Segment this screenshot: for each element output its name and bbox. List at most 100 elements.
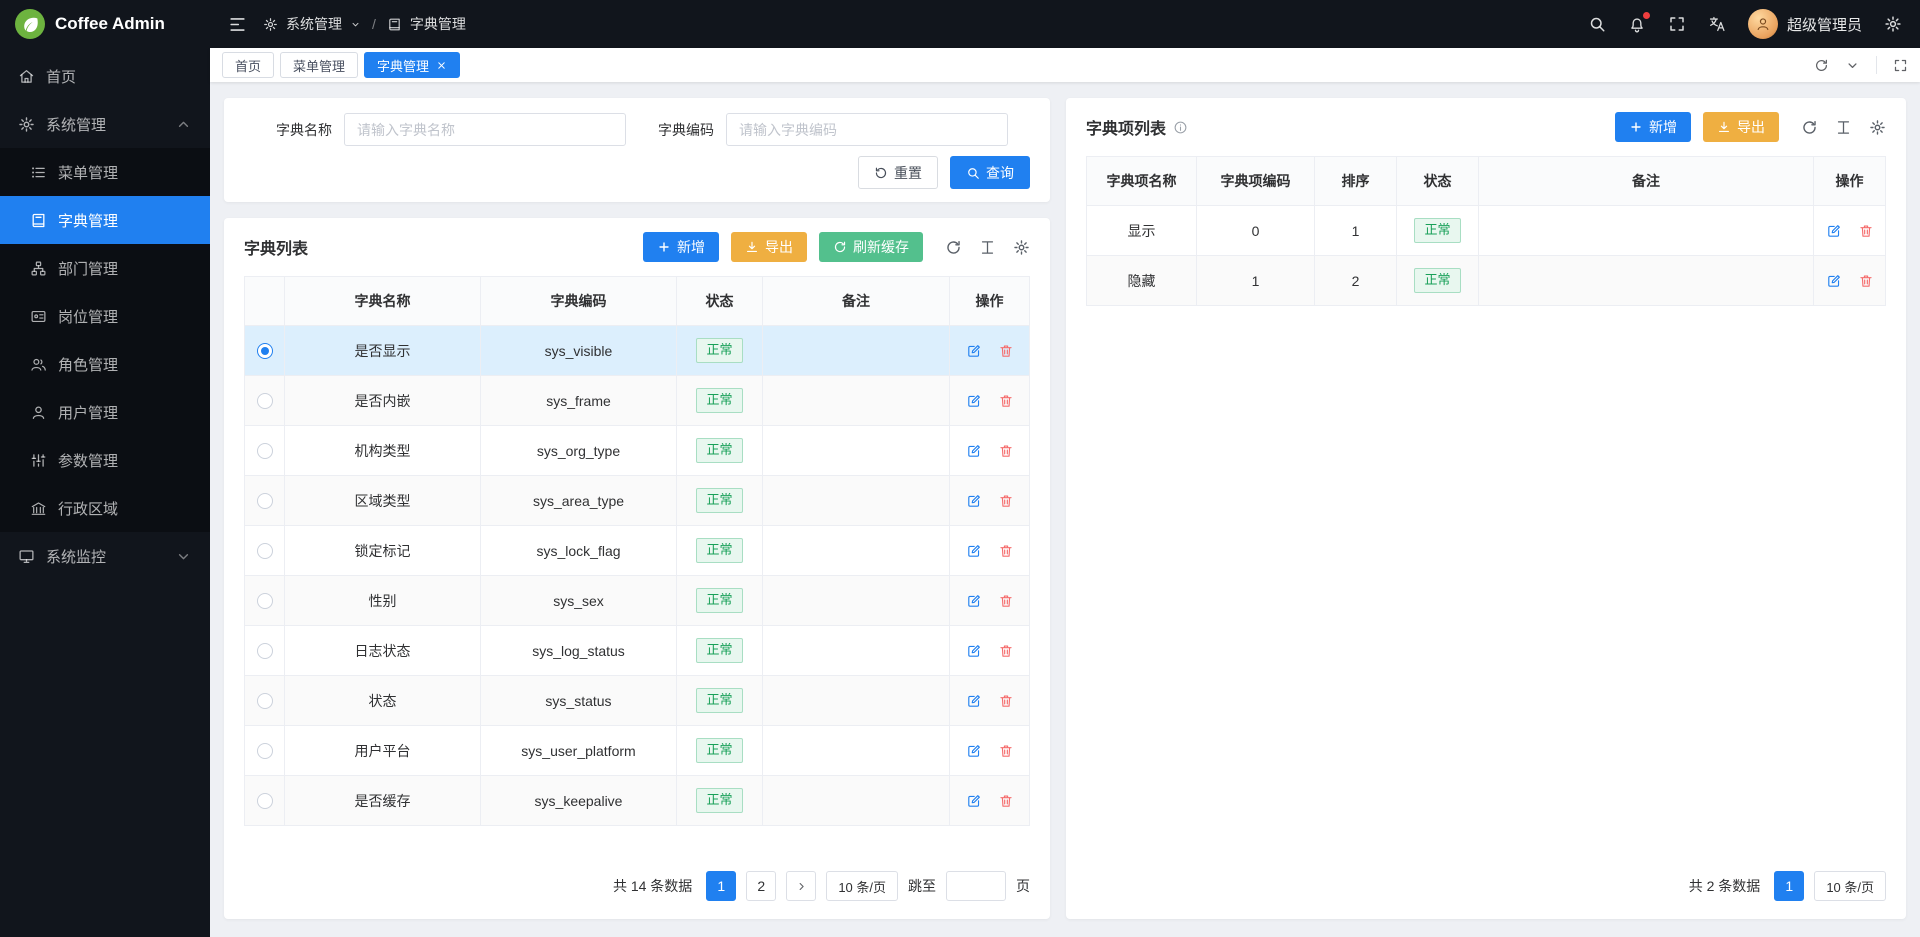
content-fullscreen-icon[interactable] [1893,58,1908,73]
dict-item-table-row[interactable]: 显示01正常 [1087,206,1886,256]
delete-icon[interactable] [1858,223,1874,239]
tab-options-icon[interactable] [1845,58,1860,73]
row-radio[interactable] [257,543,273,559]
row-density-icon[interactable] [979,239,996,256]
jump-page-input[interactable] [946,871,1006,901]
dict-name-input[interactable] [344,113,626,146]
delete-icon[interactable] [998,643,1014,659]
delete-icon[interactable] [998,593,1014,609]
row-radio[interactable] [257,343,273,359]
dict-code-cell: sys_frame [481,376,677,426]
dict-table-row[interactable]: 是否显示sys_visible正常 [245,326,1030,376]
row-radio[interactable] [257,643,273,659]
dict-table-row[interactable]: 机构类型sys_org_type正常 [245,426,1030,476]
refresh-table-icon[interactable] [945,239,962,256]
edit-icon[interactable] [966,793,982,809]
delete-icon[interactable] [998,693,1014,709]
page-size-select[interactable]: 10 条/页 [826,871,898,901]
dict-table-row[interactable]: 区域类型sys_area_type正常 [245,476,1030,526]
breadcrumb-item-system[interactable]: 系统管理 [286,14,342,34]
page-button[interactable]: 2 [746,871,776,901]
dict-table-row[interactable]: 用户平台sys_user_platform正常 [245,726,1030,776]
menu-fold-icon[interactable] [228,15,247,34]
search-icon[interactable] [1588,15,1606,33]
query-button[interactable]: 查询 [950,156,1030,189]
dict-table: 字典名称字典编码状态备注操作是否显示sys_visible正常是否内嵌sys_f… [244,276,1030,826]
sidebar-item[interactable]: 系统管理 [0,100,210,148]
edit-icon[interactable] [966,393,982,409]
edit-icon[interactable] [966,343,982,359]
row-radio[interactable] [257,693,273,709]
user-menu[interactable]: 超级管理员 [1748,9,1862,39]
row-radio[interactable] [257,393,273,409]
dict-table-row[interactable]: 是否内嵌sys_frame正常 [245,376,1030,426]
column-settings-icon[interactable] [1013,239,1030,256]
dict-table-row[interactable]: 是否缓存sys_keepalive正常 [245,776,1030,826]
add-dict-button[interactable]: 新增 [643,232,719,262]
settings-icon[interactable] [1884,15,1902,33]
row-density-icon[interactable] [1835,119,1852,136]
row-radio[interactable] [257,493,273,509]
sidebar-item[interactable]: 参数管理 [0,436,210,484]
edit-icon[interactable] [966,493,982,509]
status-badge: 正常 [696,488,742,512]
translate-icon[interactable] [1708,15,1726,33]
page-size-select[interactable]: 10 条/页 [1814,871,1886,901]
notifications-button[interactable] [1628,15,1646,33]
edit-icon[interactable] [966,643,982,659]
edit-icon[interactable] [966,743,982,759]
dict-table-row[interactable]: 性别sys_sex正常 [245,576,1030,626]
page-button[interactable]: 1 [706,871,736,901]
next-page-button[interactable] [786,871,816,901]
sidebar-item[interactable]: 行政区域 [0,484,210,532]
sidebar-item[interactable]: 菜单管理 [0,148,210,196]
page-button[interactable]: 1 [1774,871,1804,901]
sidebar-item[interactable]: 首页 [0,52,210,100]
reset-button[interactable]: 重置 [858,156,938,189]
dict-name-field: 字典名称 [244,113,626,146]
sidebar-item[interactable]: 角色管理 [0,340,210,388]
edit-icon[interactable] [966,693,982,709]
dict-table-row[interactable]: 锁定标记sys_lock_flag正常 [245,526,1030,576]
refresh-table-icon[interactable] [1801,119,1818,136]
export-dict-item-button[interactable]: 导出 [1703,112,1779,142]
dict-table-row[interactable]: 状态sys_status正常 [245,676,1030,726]
edit-icon[interactable] [1826,223,1842,239]
edit-icon[interactable] [966,593,982,609]
tab-close-icon[interactable] [436,60,447,71]
sidebar-item[interactable]: 用户管理 [0,388,210,436]
column-settings-icon[interactable] [1869,119,1886,136]
delete-icon[interactable] [998,743,1014,759]
sidebar-item[interactable]: 部门管理 [0,244,210,292]
edit-icon[interactable] [966,543,982,559]
fullscreen-icon[interactable] [1668,15,1686,33]
dict-code-cell: sys_lock_flag [481,526,677,576]
delete-icon[interactable] [998,793,1014,809]
delete-icon[interactable] [998,393,1014,409]
delete-icon[interactable] [998,443,1014,459]
sidebar-item[interactable]: 系统监控 [0,532,210,580]
sidebar-item[interactable]: 岗位管理 [0,292,210,340]
delete-icon[interactable] [998,493,1014,509]
row-radio[interactable] [257,743,273,759]
tab-item[interactable]: 首页 [222,52,274,78]
refresh-page-icon[interactable] [1814,58,1829,73]
export-dict-button[interactable]: 导出 [731,232,807,262]
dict-code-input[interactable] [726,113,1008,146]
dict-item-table-row[interactable]: 隐藏12正常 [1087,256,1886,306]
query-label: 查询 [986,163,1014,183]
delete-icon[interactable] [1858,273,1874,289]
add-dict-item-button[interactable]: 新增 [1615,112,1691,142]
row-radio[interactable] [257,593,273,609]
edit-icon[interactable] [1826,273,1842,289]
sidebar-item[interactable]: 字典管理 [0,196,210,244]
delete-icon[interactable] [998,543,1014,559]
row-radio[interactable] [257,793,273,809]
edit-icon[interactable] [966,443,982,459]
delete-icon[interactable] [998,343,1014,359]
refresh-cache-button[interactable]: 刷新缓存 [819,232,923,262]
tab-item[interactable]: 字典管理 [364,52,460,78]
dict-table-row[interactable]: 日志状态sys_log_status正常 [245,626,1030,676]
row-radio[interactable] [257,443,273,459]
tab-item[interactable]: 菜单管理 [280,52,358,78]
